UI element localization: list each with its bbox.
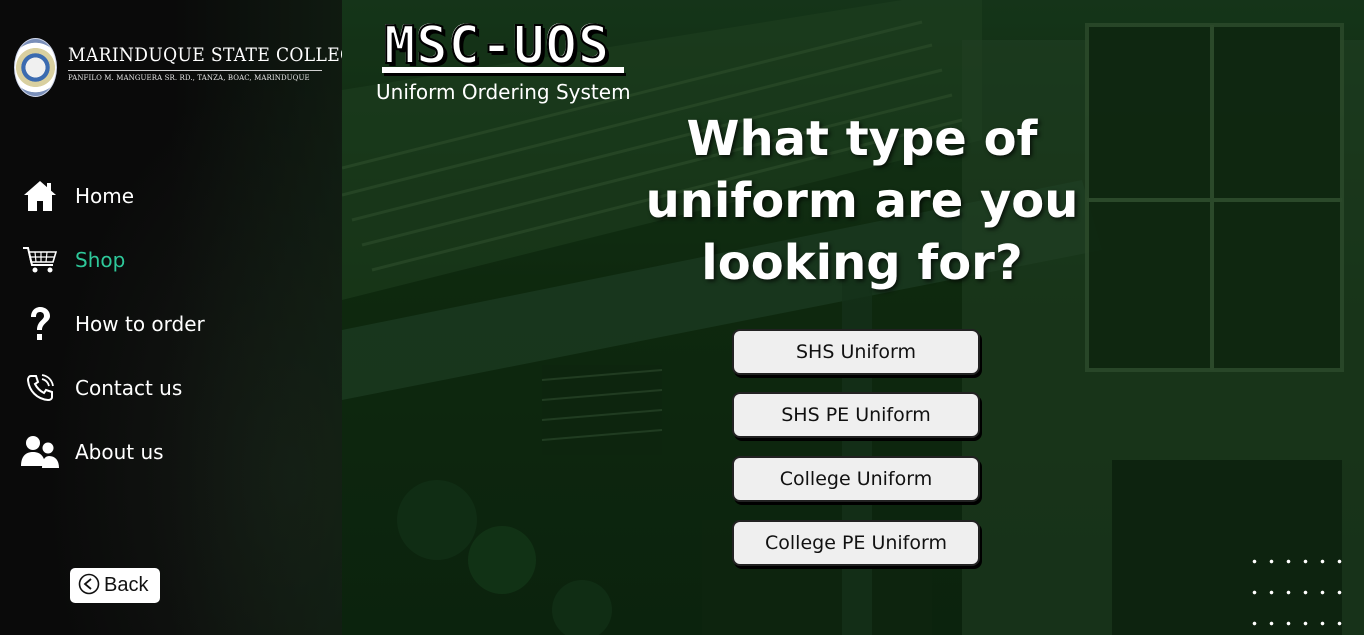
home-icon — [20, 176, 60, 216]
option-shs-uniform[interactable]: SHS Uniform — [732, 329, 980, 375]
page-question-heading: What type of uniform are you looking for… — [645, 111, 1079, 291]
nav-item-contact-us[interactable]: Contact us — [20, 368, 320, 408]
brand-divider — [68, 70, 322, 71]
cart-icon — [20, 240, 60, 280]
back-button-label: Back — [104, 574, 149, 596]
nav-item-shop[interactable]: Shop — [20, 240, 320, 280]
users-icon — [20, 432, 60, 472]
nav-item-how-to-order[interactable]: How to order — [20, 304, 320, 344]
question-icon — [20, 304, 60, 344]
back-button[interactable]: Back — [70, 568, 160, 603]
college-address: PANFILO M. MANGUERA SR. RD., TANZA, BOAC… — [68, 74, 310, 82]
nav-item-home[interactable]: Home — [20, 176, 320, 216]
option-shs-pe-uniform[interactable]: SHS PE Uniform — [732, 392, 980, 438]
sidebar: MARINDUQUE STATE COLLEGE PANFILO M. MANG… — [0, 0, 342, 635]
app-logo: MSC-UOS — [383, 16, 611, 76]
nav-label-contact-us: Contact us — [75, 376, 183, 400]
nav-label-home: Home — [75, 184, 135, 208]
app-subtitle: Uniform Ordering System — [376, 80, 631, 104]
logo-underline-shadow — [384, 73, 626, 76]
nav-label-how-to-order: How to order — [75, 312, 205, 336]
back-arrow-icon — [78, 573, 100, 599]
college-seal-logo — [14, 38, 57, 97]
nav-item-about-us[interactable]: About us — [20, 432, 320, 472]
phone-icon — [20, 368, 60, 408]
option-college-uniform[interactable]: College Uniform — [732, 456, 980, 502]
nav-label-about-us: About us — [75, 440, 164, 464]
college-name: MARINDUQUE STATE COLLEGE — [68, 44, 342, 66]
option-college-pe-uniform[interactable]: College PE Uniform — [732, 520, 980, 566]
nav-label-shop: Shop — [75, 248, 126, 272]
decorative-dot-grid — [1246, 546, 1346, 626]
